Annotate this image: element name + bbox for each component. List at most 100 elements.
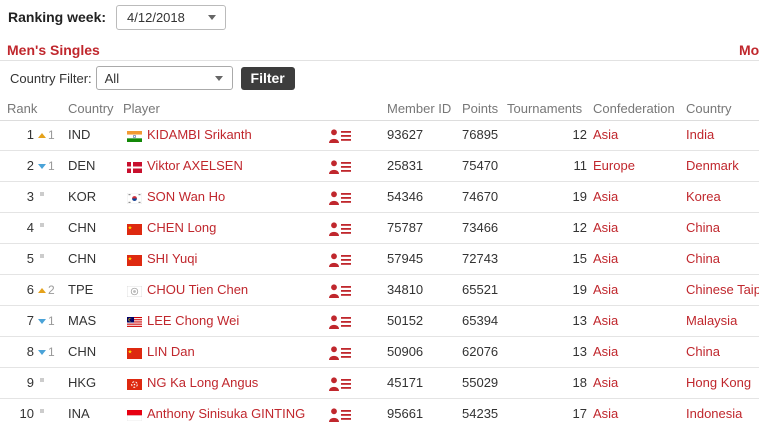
confederation-link[interactable]: Asia [593, 375, 618, 390]
points-cell: 75470 [462, 158, 499, 173]
confederation-link[interactable]: Asia [593, 251, 618, 266]
col-member-id[interactable]: Member ID [387, 101, 451, 116]
confederation-link[interactable]: Asia [593, 220, 618, 235]
tournaments-cell: 12 [572, 220, 587, 235]
rank-movement: 2 [38, 283, 60, 297]
tournaments-cell: 15 [572, 251, 587, 266]
player-profile-icon[interactable] [329, 315, 351, 329]
section-divider [0, 60, 759, 61]
points-cell: 62076 [462, 344, 499, 359]
player-link[interactable]: SON Wan Ho [147, 189, 225, 204]
section-title[interactable]: Men's Singles [7, 42, 100, 58]
country-code-cell: IND [68, 127, 91, 142]
rank-cell: 9 [26, 375, 34, 390]
ranking-week-select[interactable]: 4/12/2018 [116, 4, 227, 30]
malaysia-flag-icon [127, 316, 142, 328]
points-cell: 54235 [462, 406, 499, 421]
confederation-link[interactable]: Asia [593, 406, 618, 421]
country-link[interactable]: China [686, 344, 720, 359]
player-link[interactable]: CHEN Long [147, 220, 216, 235]
ranking-week-label: Ranking week: [8, 9, 107, 25]
col-player[interactable]: Player [123, 101, 160, 116]
member-id-cell: 95661 [387, 406, 424, 421]
table-row: 3 KOR SON Wan Ho 54346 74670 19 Asia Korea [0, 182, 759, 213]
country-filter-select[interactable]: All [95, 66, 233, 90]
country-link[interactable]: Malaysia [686, 313, 737, 328]
player-profile-icon[interactable] [329, 253, 351, 267]
player-link[interactable]: SHI Yuqi [147, 251, 197, 266]
tournaments-cell: 13 [572, 344, 587, 359]
rank-cell: 2 [26, 158, 34, 173]
country-code-cell: CHN [68, 251, 97, 266]
confederation-link[interactable]: Asia [593, 344, 618, 359]
member-id-cell: 25831 [387, 158, 424, 173]
player-profile-icon[interactable] [329, 346, 351, 360]
country-code-cell: KOR [68, 189, 97, 204]
hong-kong-flag-icon [127, 378, 142, 390]
player-link[interactable]: Viktor AXELSEN [147, 158, 243, 173]
rank-change: 1 [48, 159, 55, 173]
col-confederation[interactable]: Confederation [593, 101, 675, 116]
rank-movement: 1 [38, 314, 60, 328]
confederation-link[interactable]: Asia [593, 313, 618, 328]
chevron-down-icon [214, 76, 223, 81]
player-profile-icon[interactable] [329, 191, 351, 205]
country-link[interactable]: Chinese Taip [686, 282, 759, 297]
tournaments-cell: 19 [572, 189, 587, 204]
rank-cell: 10 [19, 406, 34, 421]
confederation-link[interactable]: Asia [593, 282, 618, 297]
points-cell: 72743 [462, 251, 499, 266]
player-profile-icon[interactable] [329, 222, 351, 236]
move-down-icon [38, 318, 46, 324]
member-id-cell: 34810 [387, 282, 424, 297]
country-link[interactable]: Denmark [686, 158, 739, 173]
player-profile-icon[interactable] [329, 377, 351, 391]
table-row: 7 1 MAS LEE Chong Wei 50152 65394 13 Asia Malays… [0, 306, 759, 337]
player-profile-icon[interactable] [329, 160, 351, 174]
col-country[interactable]: Country [68, 101, 114, 116]
col-points[interactable]: Points [462, 101, 498, 116]
country-code-cell: TPE [68, 282, 94, 297]
rank-movement [38, 221, 60, 227]
korea-flag-icon [126, 192, 143, 205]
country-link[interactable]: China [686, 220, 720, 235]
player-link[interactable]: KIDAMBI Srikanth [147, 127, 252, 142]
points-cell: 65521 [462, 282, 499, 297]
player-link[interactable]: NG Ka Long Angus [147, 375, 258, 390]
no-change-icon [40, 223, 44, 227]
member-id-cell: 93627 [387, 127, 424, 142]
col-country-name[interactable]: Country [686, 101, 732, 116]
filter-button[interactable]: Filter [240, 66, 295, 90]
indonesia-flag-icon [126, 409, 143, 422]
table-header: Rank Country Player Member ID Points Tou… [0, 97, 759, 121]
member-id-cell: 45171 [387, 375, 424, 390]
country-link[interactable]: Korea [686, 189, 721, 204]
country-code-cell: CHN [68, 220, 97, 235]
move-down-icon [38, 163, 46, 169]
country-link[interactable]: Indonesia [686, 406, 742, 421]
col-rank[interactable]: Rank [7, 101, 37, 116]
player-profile-icon[interactable] [329, 284, 351, 298]
country-link[interactable]: India [686, 127, 714, 142]
player-link[interactable]: LEE Chong Wei [147, 313, 239, 328]
col-tournaments[interactable]: Tournaments [507, 101, 582, 116]
rank-cell: 5 [26, 251, 34, 266]
confederation-link[interactable]: Asia [593, 189, 618, 204]
ranking-table-body: 1 1 IND KIDAMBI Srikanth 93627 76895 12 Asia Ind… [0, 120, 759, 422]
move-down-icon [38, 349, 46, 355]
country-link[interactable]: Hong Kong [686, 375, 751, 390]
player-link[interactable]: Anthony Sinisuka GINTING [147, 406, 305, 421]
confederation-link[interactable]: Asia [593, 127, 618, 142]
tournaments-cell: 19 [572, 282, 587, 297]
player-profile-icon[interactable] [329, 129, 351, 143]
country-code-cell: DEN [68, 158, 96, 173]
player-link[interactable]: LIN Dan [147, 344, 195, 359]
player-profile-icon[interactable] [329, 408, 351, 422]
rank-movement [38, 190, 60, 196]
player-link[interactable]: CHOU Tien Chen [147, 282, 248, 297]
more-link[interactable]: Mo [739, 42, 759, 58]
confederation-link[interactable]: Europe [593, 158, 635, 173]
country-link[interactable]: China [686, 251, 720, 266]
rank-cell: 1 [26, 127, 34, 142]
denmark-flag-icon [127, 161, 142, 173]
